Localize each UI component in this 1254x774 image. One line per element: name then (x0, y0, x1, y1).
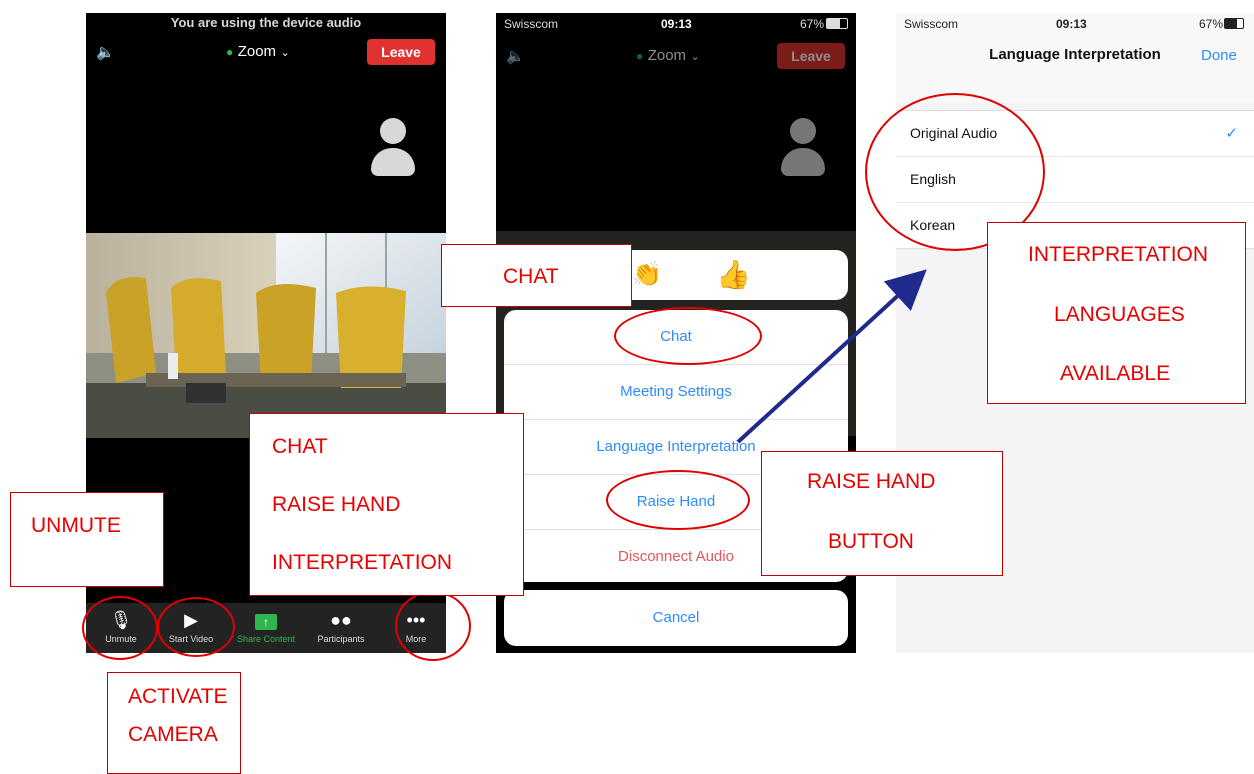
callout-interp-line-1: INTERPRETATION (1028, 243, 1209, 266)
callout-raise-hand-line-2: BUTTON (828, 530, 914, 553)
callout-interpretation: INTERPRETATION LANGUAGES AVAILABLE (987, 222, 1246, 404)
callout-more-menu: CHAT RAISE HAND INTERPRETATION (249, 413, 524, 596)
callout-more-line-3: INTERPRETATION (272, 551, 453, 574)
callout-chat-text: CHAT (503, 265, 559, 288)
callout-more-line-2: RAISE HAND (272, 493, 401, 516)
callout-camera-line-2: CAMERA (128, 723, 218, 746)
callout-interp-line-3: AVAILABLE (1060, 362, 1171, 385)
callout-camera-line-1: ACTIVATE (128, 685, 228, 708)
callout-chat: CHAT (441, 244, 632, 307)
highlight-unmute (82, 596, 158, 660)
highlight-more (395, 591, 471, 661)
callout-interp-line-2: LANGUAGES (1054, 303, 1185, 326)
callout-raise-hand: RAISE HAND BUTTON (761, 451, 1003, 576)
highlight-raise-hand (606, 470, 750, 530)
callout-unmute-text: UNMUTE (31, 514, 121, 537)
callout-more-line-1: CHAT (272, 435, 328, 458)
callout-raise-hand-line-1: RAISE HAND (807, 470, 936, 493)
highlight-chat (614, 307, 762, 365)
callout-unmute: UNMUTE (10, 492, 164, 587)
callout-activate-camera: ACTIVATE CAMERA (107, 672, 241, 774)
highlight-start-video (157, 597, 235, 657)
